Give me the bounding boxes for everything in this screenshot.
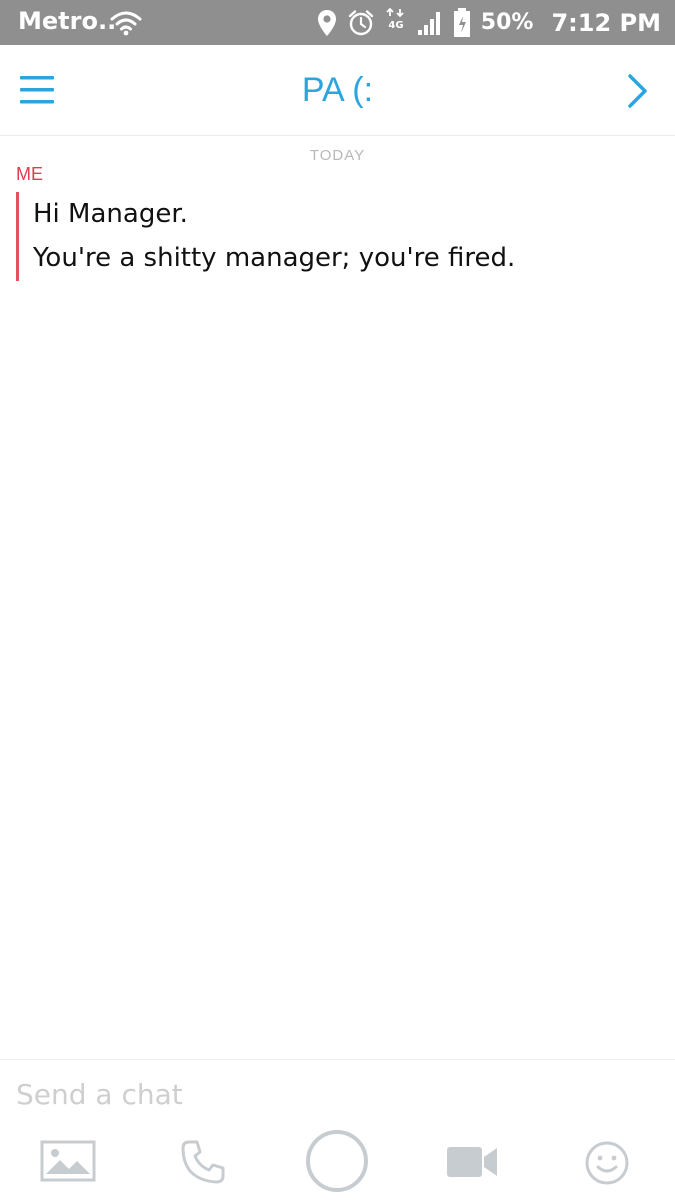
chat-title[interactable]: PA (: xyxy=(0,71,675,110)
chat-header: PA (: xyxy=(0,45,675,136)
date-divider: TODAY xyxy=(309,147,366,164)
status-bar: Metro.. 4G 50% 7:12 PM xyxy=(0,0,675,45)
alarm-icon xyxy=(348,9,373,35)
location-icon xyxy=(317,9,336,36)
gallery-icon[interactable] xyxy=(40,1140,96,1182)
message-group: Hi Manager. You're a shitty manager; you… xyxy=(16,192,515,281)
chat-toolbar xyxy=(0,1125,675,1200)
network-4g-icon: 4G xyxy=(386,7,404,31)
sender-label: ME xyxy=(16,164,43,184)
message-text[interactable]: Hi Manager. xyxy=(33,192,515,236)
battery-icon xyxy=(453,7,470,37)
chat-input[interactable] xyxy=(16,1074,656,1114)
video-icon[interactable] xyxy=(446,1145,498,1179)
chevron-right-icon[interactable] xyxy=(627,73,649,109)
emoji-icon[interactable] xyxy=(584,1140,630,1186)
carrier-name: Metro.. xyxy=(18,7,117,35)
message-text[interactable]: You're a shitty manager; you're fired. xyxy=(33,236,515,280)
input-divider xyxy=(0,1059,675,1060)
signal-icon xyxy=(417,11,440,35)
battery-percent: 50% xyxy=(480,10,534,35)
capture-icon[interactable] xyxy=(305,1129,369,1193)
status-icons: 4G 50% 7:12 PM xyxy=(307,0,661,45)
wifi-icon xyxy=(110,11,142,36)
svg-text:4G: 4G xyxy=(388,20,403,31)
phone-icon[interactable] xyxy=(180,1139,226,1185)
status-time: 7:12 PM xyxy=(551,8,661,37)
